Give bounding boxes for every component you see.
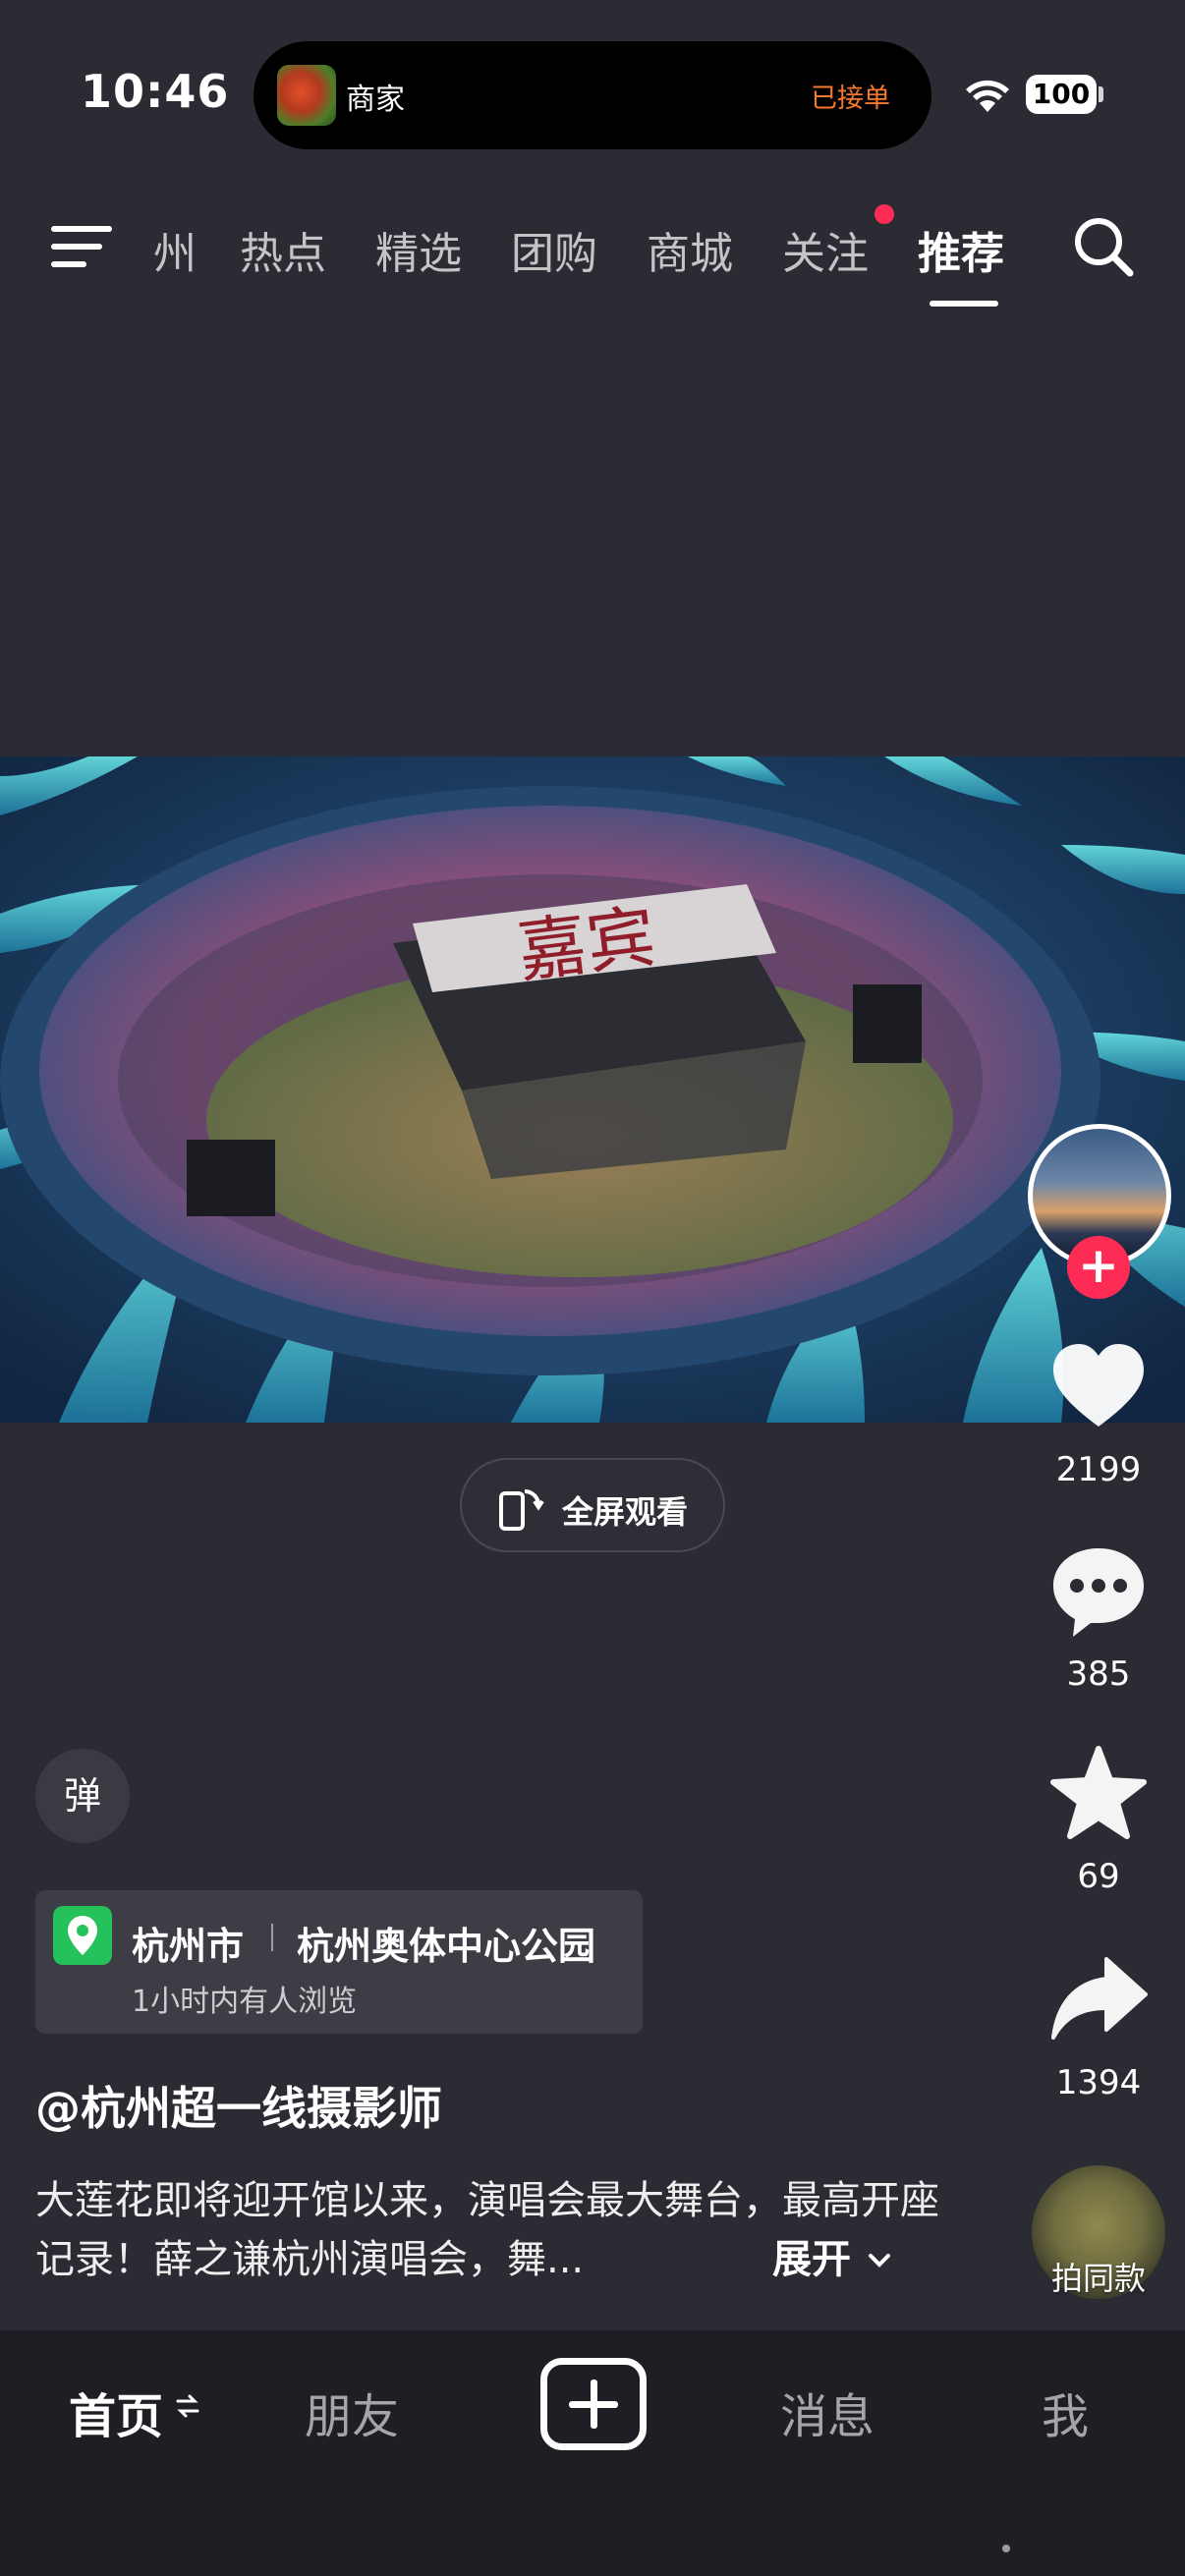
location-separator <box>271 1924 273 1951</box>
follow-button[interactable]: + <box>1067 1236 1130 1299</box>
tab-following[interactable]: 关注 <box>782 218 869 281</box>
battery-cap <box>1099 86 1103 102</box>
home-indicator <box>1002 2545 1010 2552</box>
svg-text:嘉宾: 嘉宾 <box>514 896 660 992</box>
create-post-button[interactable] <box>540 2358 647 2450</box>
expand-caption-button[interactable]: 展开 <box>772 2230 851 2289</box>
location-subtitle: 1小时内有人浏览 <box>132 1985 358 2019</box>
rotate-screen-icon <box>499 1489 544 1531</box>
status-time: 10:46 <box>81 65 230 118</box>
tab-featured[interactable]: 精选 <box>375 218 462 281</box>
tab-home[interactable]: 首页 <box>69 2378 163 2446</box>
video-player[interactable]: 嘉宾 <box>0 756 1185 1423</box>
tab-me[interactable]: 我 <box>1042 2378 1089 2446</box>
notification-dot <box>875 204 894 224</box>
search-icon[interactable] <box>1071 214 1136 279</box>
like-heart-icon[interactable] <box>1047 1336 1150 1438</box>
share-count: 1394 <box>1055 2063 1142 2102</box>
tab-mall[interactable]: 商城 <box>647 218 733 281</box>
danmaku-toggle[interactable]: 弹 <box>35 1749 130 1843</box>
battery-indicator: 100 <box>1026 75 1097 114</box>
comment-count: 385 <box>1066 1654 1131 1694</box>
favorite-count: 69 <box>1077 1857 1120 1896</box>
island-status: 已接单 <box>811 84 890 114</box>
active-tab-indicator <box>930 301 998 307</box>
location-pin-icon <box>53 1906 112 1965</box>
location-name: 杭州奥体中心公园 <box>297 1925 596 1968</box>
tab-messages[interactable]: 消息 <box>780 2378 875 2446</box>
island-label: 商家 <box>346 83 405 117</box>
dynamic-island[interactable]: 商家 已接单 <box>254 41 931 149</box>
tab-local[interactable]: 州 <box>153 218 197 281</box>
fullscreen-label: 全屏观看 <box>562 1493 689 1531</box>
stadium-video-frame: 嘉宾 <box>0 756 1185 1423</box>
favorite-star-icon[interactable] <box>1047 1743 1150 1845</box>
location-city: 杭州市 <box>132 1925 245 1968</box>
merchant-thumbnail <box>277 65 336 126</box>
wifi-icon <box>966 80 1009 112</box>
switch-arrows-icon[interactable] <box>175 2391 200 2421</box>
location-card[interactable]: 杭州市 杭州奥体中心公园 1小时内有人浏览 <box>35 1890 643 2034</box>
tab-group-buy[interactable]: 团购 <box>511 218 597 281</box>
like-count: 2199 <box>1055 1450 1142 1489</box>
tab-friends[interactable]: 朋友 <box>305 2378 399 2446</box>
use-template-label[interactable]: 拍同款 <box>1028 2254 1169 2299</box>
tab-hot[interactable]: 热点 <box>240 218 326 281</box>
tab-recommend[interactable]: 推荐 <box>918 218 1004 281</box>
author-name[interactable]: @杭州超一线摄影师 <box>35 2073 442 2138</box>
menu-icon[interactable] <box>51 222 112 271</box>
comment-icon[interactable] <box>1047 1540 1150 1643</box>
fullscreen-button[interactable]: 全屏观看 <box>460 1458 725 1552</box>
share-arrow-icon[interactable] <box>1047 1949 1150 2051</box>
chevron-down-icon[interactable] <box>867 2250 892 2271</box>
